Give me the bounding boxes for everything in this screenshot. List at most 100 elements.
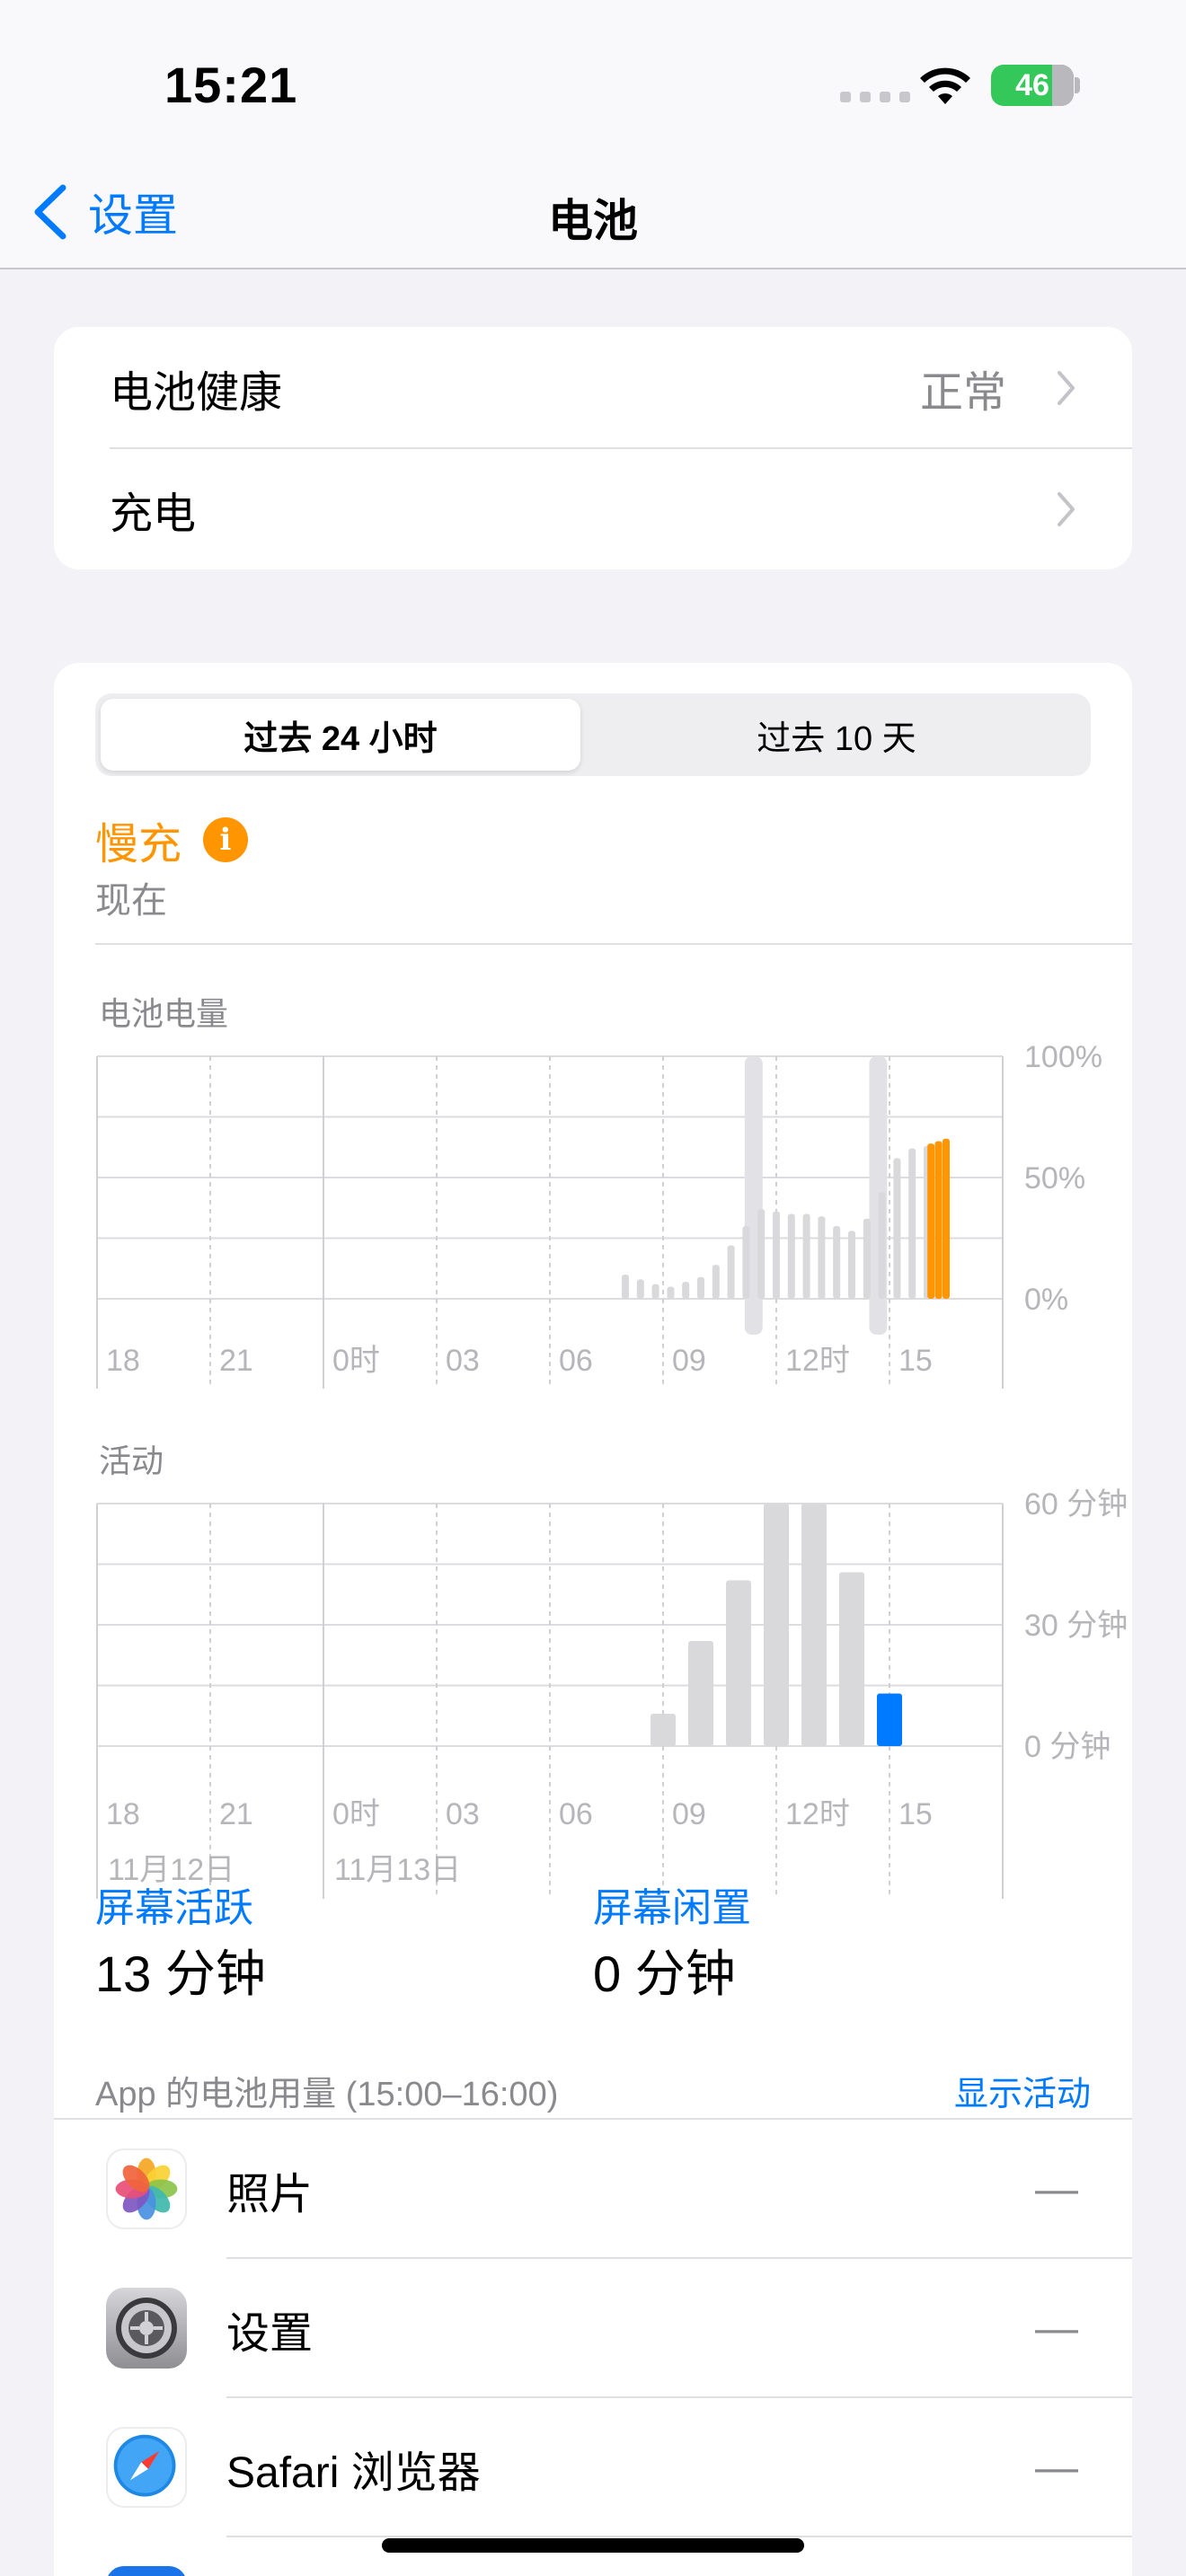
chart-bar — [818, 1216, 826, 1299]
y-tick-label: 60 分钟 — [1024, 1487, 1128, 1522]
charging-state-title: 慢充 — [95, 821, 182, 869]
app-row-safari[interactable]: Safari 浏览器 — — [54, 2398, 1132, 2537]
x-tick-label: 09 — [672, 1797, 706, 1831]
chart-bar — [773, 1211, 780, 1299]
chart-bar — [833, 1226, 841, 1299]
y-tick-label: 30 分钟 — [1024, 1609, 1128, 1643]
x-tick-label: 15 — [898, 1344, 933, 1378]
screen-active-label: 屏幕活跃 — [95, 1886, 253, 1930]
time-range-segmented-control[interactable]: 过去 24 小时 过去 10 天 — [95, 693, 1091, 776]
app-name: 照片 — [226, 2170, 314, 2219]
segment-last-10-days[interactable]: 过去 10 天 — [588, 693, 1085, 776]
x-tick-label: 03 — [446, 1344, 480, 1378]
chart-bar — [943, 1138, 950, 1299]
screen-idle-value: 0 分钟 — [593, 1945, 736, 2002]
chart-bar — [764, 1504, 789, 1746]
app-usage-header: App 的电池用量 (15:00–16:00) — [95, 2076, 559, 2113]
x-tick-label: 15 — [898, 1797, 933, 1831]
chart-bar — [712, 1265, 720, 1299]
chart-bar — [726, 1580, 751, 1746]
chart-bar — [934, 1141, 943, 1299]
chart-bar — [667, 1286, 675, 1299]
charging-state: 慢充 i — [95, 808, 249, 871]
app-row-photos[interactable]: 照片 — — [54, 2120, 1132, 2259]
status-bar: 15:21 46 — [0, 0, 1186, 153]
x-tick-label: 06 — [559, 1797, 593, 1831]
chart-bar — [877, 1693, 902, 1746]
battery-percent: 46 — [1015, 67, 1049, 102]
chart-bar — [802, 1213, 810, 1299]
chart-bar — [688, 1641, 713, 1746]
charging-row[interactable]: 充电 — [54, 448, 1132, 569]
chart-bar — [651, 1284, 659, 1299]
battery-icon: 46 — [991, 65, 1074, 106]
wifi-icon — [920, 67, 970, 104]
chart-bar — [697, 1276, 704, 1299]
chart-bar — [893, 1158, 901, 1299]
section-divider — [95, 943, 1132, 945]
x-tick-label: 18 — [106, 1344, 140, 1378]
settings-icon — [106, 2288, 187, 2369]
x-tick-label: 0时 — [332, 1797, 380, 1831]
chart-bar — [727, 1245, 735, 1299]
x-tick-label: 18 — [106, 1797, 140, 1831]
photos-icon — [106, 2148, 187, 2229]
battery-health-row[interactable]: 电池健康 正常 — [54, 327, 1132, 449]
chevron-right-icon — [1058, 491, 1075, 526]
chart-bar — [622, 1275, 629, 1299]
chart-bar — [636, 1279, 644, 1299]
status-time: 15:21 — [164, 57, 298, 113]
navigation-bar: 设置 电池 — [0, 153, 1186, 269]
y-tick-label: 100% — [1024, 1040, 1102, 1074]
x-tick-label: 12时 — [785, 1344, 850, 1378]
segment-last-24-hours[interactable]: 过去 24 小时 — [101, 693, 580, 776]
x-tick-label: 0时 — [332, 1344, 380, 1378]
chart-bar — [801, 1504, 827, 1746]
y-tick-label: 50% — [1024, 1161, 1085, 1195]
page-title: 电池 — [548, 196, 638, 246]
battery-health-label: 电池健康 — [110, 368, 283, 417]
battery-level-chart: 100% 50% 0% 18 21 0时 03 06 09 12时 15 — [96, 1040, 1102, 1389]
x-tick-label: 21 — [219, 1797, 253, 1831]
screen-idle-label: 屏幕闲置 — [593, 1886, 751, 1930]
app-usage-value: — — [1035, 2444, 1078, 2492]
y-tick-label: 0 分钟 — [1024, 1730, 1111, 1764]
info-icon[interactable]: i — [203, 817, 249, 862]
chart-bar — [651, 1714, 676, 1746]
activity-chart-title: 活动 — [99, 1442, 164, 1479]
battery-health-card: 电池健康 正常 充电 — [54, 327, 1132, 569]
chart-bar — [682, 1282, 690, 1299]
usage-card: 过去 24 小时 过去 10 天 慢充 i 现在 电池电量 100% 50% 0% 1… — [54, 663, 1132, 2576]
x-tick-label: 03 — [446, 1797, 480, 1831]
chart-bar — [848, 1231, 855, 1299]
charging-state-subtitle: 现在 — [95, 881, 167, 921]
activity-chart: 60 分钟30 分钟0 分钟18 21 0时 03 06 09 12时 1511月12日 11月… — [96, 1487, 1128, 1899]
x-tick-label: 12时 — [785, 1797, 850, 1831]
app-icon — [106, 2566, 187, 2576]
cellular-signal-icon — [840, 92, 910, 102]
show-activity-button[interactable]: 显示活动 — [954, 2066, 1091, 2115]
date-label: 11月13日 — [334, 1853, 461, 1887]
app-usage-value: — — [1035, 2305, 1078, 2352]
app-usage-value: — — [1035, 2166, 1078, 2213]
x-tick-label: 06 — [559, 1344, 593, 1378]
y-tick-label: 0% — [1024, 1283, 1068, 1317]
battery-tip — [1075, 77, 1080, 93]
chart-bar — [742, 1226, 750, 1299]
battery-chart-title: 电池电量 — [99, 995, 229, 1032]
chart-bar — [927, 1143, 935, 1299]
chart-bar — [863, 1218, 871, 1299]
charging-label: 充电 — [110, 490, 197, 538]
chart-bar — [839, 1572, 864, 1746]
chart-bar — [787, 1213, 795, 1299]
screen-active-value: 13 分钟 — [95, 1945, 266, 2002]
battery-health-value: 正常 — [919, 368, 1006, 417]
chart-bar — [908, 1148, 916, 1299]
chart-bar — [757, 1209, 766, 1299]
app-row-settings[interactable]: 设置 — — [54, 2259, 1132, 2398]
x-tick-label: 21 — [219, 1344, 253, 1378]
chart-bar — [878, 1192, 886, 1299]
app-name: 设置 — [226, 2309, 314, 2358]
chevron-right-icon — [1058, 370, 1075, 405]
x-tick-label: 09 — [672, 1344, 706, 1378]
